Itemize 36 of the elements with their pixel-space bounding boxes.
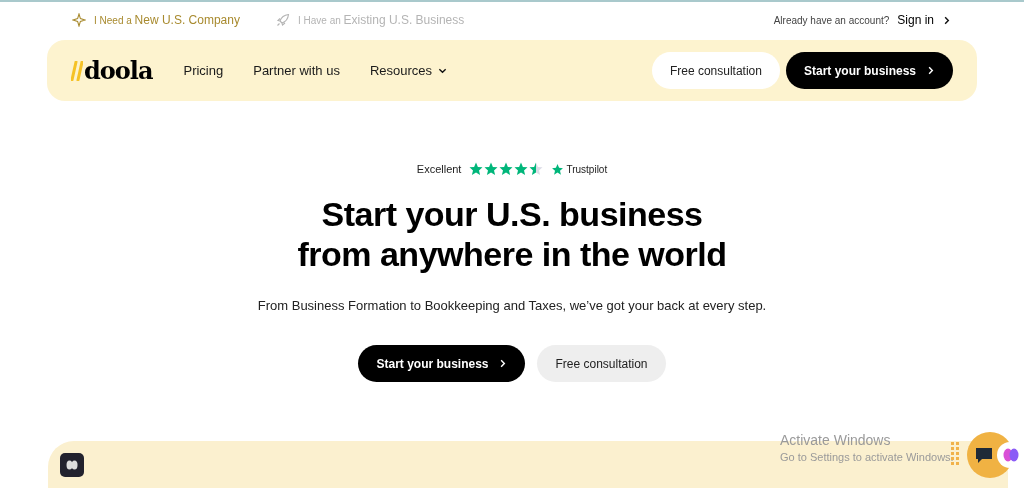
account-prompt: Already have an account? (773, 13, 890, 28)
consultation-button[interactable]: Free consultation (651, 52, 780, 89)
headline-line: from anywhere in the world (297, 233, 727, 274)
activation-title: Activate Windows (780, 431, 892, 449)
star-icon (514, 162, 529, 177)
hero-subtitle: From Business Formation to Bookkeeping and Taxes, we’ve got your back at every step. (257, 296, 767, 315)
star-icon (469, 162, 484, 177)
rating-label: Excellent (416, 162, 462, 177)
grip-icon (951, 442, 959, 466)
chevron-right-icon (942, 15, 951, 25)
star-icon (499, 162, 514, 177)
nav-link[interactable]: Resources (369, 60, 448, 81)
start-business-button[interactable]: Start your business (785, 52, 953, 89)
brand-label: Trustpilot (566, 162, 608, 177)
chevron-right-icon (498, 359, 508, 368)
rocket-icon (275, 13, 290, 27)
logo[interactable]: doola (71, 58, 153, 83)
slashes-icon (71, 60, 83, 81)
sparkle-icon (72, 13, 86, 27)
headline-line: Start your U.S. business (321, 193, 703, 234)
brain-icon (66, 460, 78, 470)
chat-icon (974, 445, 994, 465)
accessibility-button[interactable] (60, 453, 84, 477)
consultation-button[interactable]: Free consultation (537, 345, 666, 382)
star-icon (529, 162, 544, 177)
nav-link[interactable]: Pricing (183, 60, 224, 81)
start-business-button[interactable]: Start your business (358, 345, 526, 382)
nav-link[interactable]: Partner with us (253, 60, 340, 81)
chevron-down-icon (438, 66, 448, 75)
chevron-right-icon (926, 66, 935, 75)
star-icon (484, 162, 499, 177)
sign-in-link[interactable]: Sign in (897, 11, 951, 29)
brain-icon (1003, 448, 1019, 462)
activation-text: Go to Settings to activate Windows. (780, 450, 954, 465)
star-icon (551, 162, 565, 176)
audience-link[interactable]: I Need a New U.S. Company (72, 11, 240, 29)
